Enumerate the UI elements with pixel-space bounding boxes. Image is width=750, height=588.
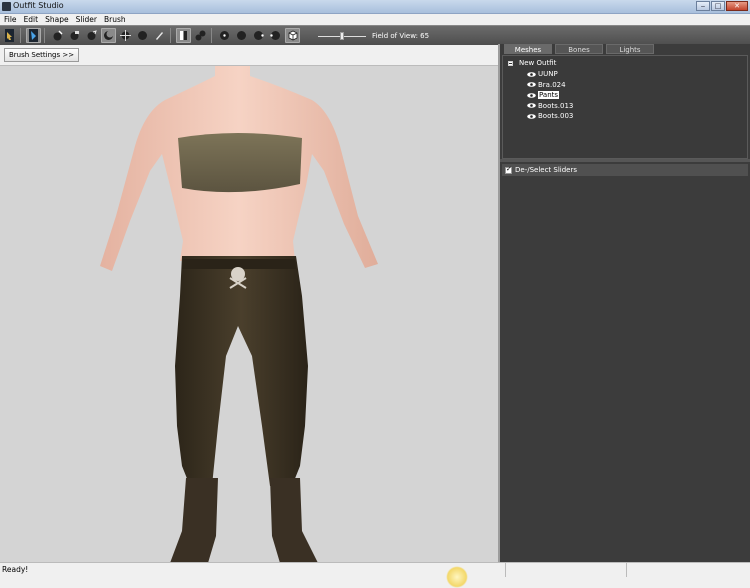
sphere-front-icon bbox=[220, 31, 229, 40]
weight-brush-icon bbox=[156, 32, 163, 40]
sphere-left-icon bbox=[254, 31, 264, 40]
toolbar-separator bbox=[44, 28, 45, 43]
sphere-right-icon bbox=[270, 31, 280, 40]
status-separator bbox=[505, 563, 506, 577]
menu-slider[interactable]: Slider bbox=[72, 14, 100, 25]
mask-brush-button[interactable] bbox=[26, 28, 41, 43]
visibility-eye-icon[interactable] bbox=[527, 92, 536, 98]
perspective-button[interactable] bbox=[285, 28, 300, 43]
move-brush-icon bbox=[87, 30, 97, 40]
vertex-column-icon bbox=[180, 31, 187, 40]
cube-icon bbox=[288, 30, 298, 41]
fov-slider-thumb[interactable] bbox=[340, 31, 344, 40]
right-view-button[interactable] bbox=[268, 28, 283, 43]
tab-meshes[interactable]: Meshes bbox=[504, 44, 552, 54]
panel-divider[interactable] bbox=[500, 159, 750, 162]
mesh-item[interactable]: Boots.013 bbox=[527, 101, 573, 112]
close-button[interactable]: ✕ bbox=[726, 1, 748, 11]
mask-brush-icon bbox=[29, 29, 38, 42]
menu-file[interactable]: File bbox=[0, 14, 20, 25]
tab-lights[interactable]: Lights bbox=[606, 44, 654, 54]
panel-tabs: Meshes Bones Lights bbox=[504, 44, 657, 54]
fov-slider[interactable] bbox=[318, 31, 366, 40]
select-tool-button[interactable] bbox=[2, 28, 17, 43]
mesh-item-label: UUNP bbox=[538, 70, 558, 79]
toolbar-separator bbox=[170, 28, 171, 43]
status-bar: Ready! bbox=[0, 562, 750, 588]
undiff-brush-icon bbox=[138, 31, 147, 40]
tab-bones[interactable]: Bones bbox=[555, 44, 603, 54]
tree-root[interactable]: New Outfit bbox=[508, 59, 556, 67]
mesh-list: UUNP Bra.024 Pants Boots.013 Boots.003 bbox=[527, 69, 573, 122]
inflate-brush-icon bbox=[53, 30, 63, 41]
transform-button[interactable] bbox=[118, 28, 133, 43]
maximize-button[interactable]: □ bbox=[711, 1, 725, 11]
back-view-button[interactable] bbox=[234, 28, 249, 43]
status-indicator bbox=[446, 566, 468, 588]
outfit-model-render bbox=[100, 66, 378, 563]
menu-edit[interactable]: Edit bbox=[20, 14, 42, 25]
toolbar-separator bbox=[20, 28, 21, 43]
mesh-item-label: Boots.013 bbox=[538, 101, 574, 110]
segment-view-button[interactable] bbox=[193, 28, 208, 43]
weight-brush-button[interactable] bbox=[152, 28, 167, 43]
collapse-icon[interactable] bbox=[508, 60, 513, 66]
select-sliders-checkbox[interactable] bbox=[505, 165, 512, 174]
sliders-header-label: De-/Select Sliders bbox=[515, 166, 578, 174]
mesh-item[interactable]: UUNP bbox=[527, 69, 573, 80]
minimize-button[interactable]: ‒ bbox=[696, 1, 710, 11]
undiff-brush-button[interactable] bbox=[135, 28, 150, 43]
toolbar-separator bbox=[211, 28, 212, 43]
toolbar: Field of View: 65 bbox=[0, 25, 750, 45]
left-view-button[interactable] bbox=[251, 28, 266, 43]
fov-label: Field of View: 65 bbox=[372, 31, 430, 40]
brush-settings-bar: Brush Settings >> bbox=[0, 45, 498, 64]
inflate-brush-button[interactable] bbox=[50, 28, 65, 43]
status-separator bbox=[626, 563, 627, 577]
mesh-item-label: Pants bbox=[538, 91, 560, 100]
mesh-item[interactable]: Bra.024 bbox=[527, 80, 573, 91]
select-tool-icon bbox=[5, 29, 14, 42]
tree-root-label: New Outfit bbox=[519, 59, 557, 67]
move-brush-button[interactable] bbox=[84, 28, 99, 43]
sphere-back-icon bbox=[237, 31, 246, 40]
mesh-item-label: Bra.024 bbox=[538, 80, 566, 89]
window-controls: ‒ □ ✕ bbox=[696, 1, 748, 11]
menu-bar: File Edit Shape Slider Brush bbox=[0, 14, 750, 25]
sliders-header[interactable]: De-/Select Sliders bbox=[502, 164, 748, 176]
mesh-tree: New Outfit UUNP Bra.024 Pants Boots.013 Boot… bbox=[502, 55, 748, 159]
smooth-brush-icon bbox=[104, 30, 114, 40]
ortho-view-button[interactable] bbox=[176, 28, 191, 43]
mesh-item[interactable]: Boots.003 bbox=[527, 111, 573, 122]
brush-settings-button[interactable]: Brush Settings >> bbox=[4, 48, 80, 62]
3d-viewport[interactable] bbox=[0, 65, 498, 563]
mesh-item[interactable]: Pants bbox=[527, 90, 573, 101]
app-icon bbox=[2, 2, 11, 11]
front-view-button[interactable] bbox=[217, 28, 232, 43]
mesh-item-label: Boots.003 bbox=[538, 112, 574, 121]
transform-icon bbox=[120, 30, 131, 41]
status-text: Ready! bbox=[2, 565, 29, 574]
window-title: Outfit Studio bbox=[13, 1, 64, 10]
connected-spheres-icon bbox=[195, 30, 206, 41]
visibility-eye-icon[interactable] bbox=[527, 71, 536, 77]
deflate-brush-button[interactable] bbox=[67, 28, 82, 43]
menu-shape[interactable]: Shape bbox=[41, 14, 72, 25]
visibility-eye-icon[interactable] bbox=[527, 113, 536, 119]
right-panel: Meshes Bones Lights New Outfit UUNP Bra.0… bbox=[500, 44, 750, 562]
visibility-eye-icon[interactable] bbox=[527, 103, 536, 109]
smooth-brush-button[interactable] bbox=[101, 28, 116, 43]
deflate-brush-icon bbox=[70, 31, 79, 40]
menu-brush[interactable]: Brush bbox=[100, 14, 129, 25]
title-bar: Outfit Studio ‒ □ ✕ bbox=[0, 0, 750, 14]
visibility-eye-icon[interactable] bbox=[527, 82, 536, 88]
